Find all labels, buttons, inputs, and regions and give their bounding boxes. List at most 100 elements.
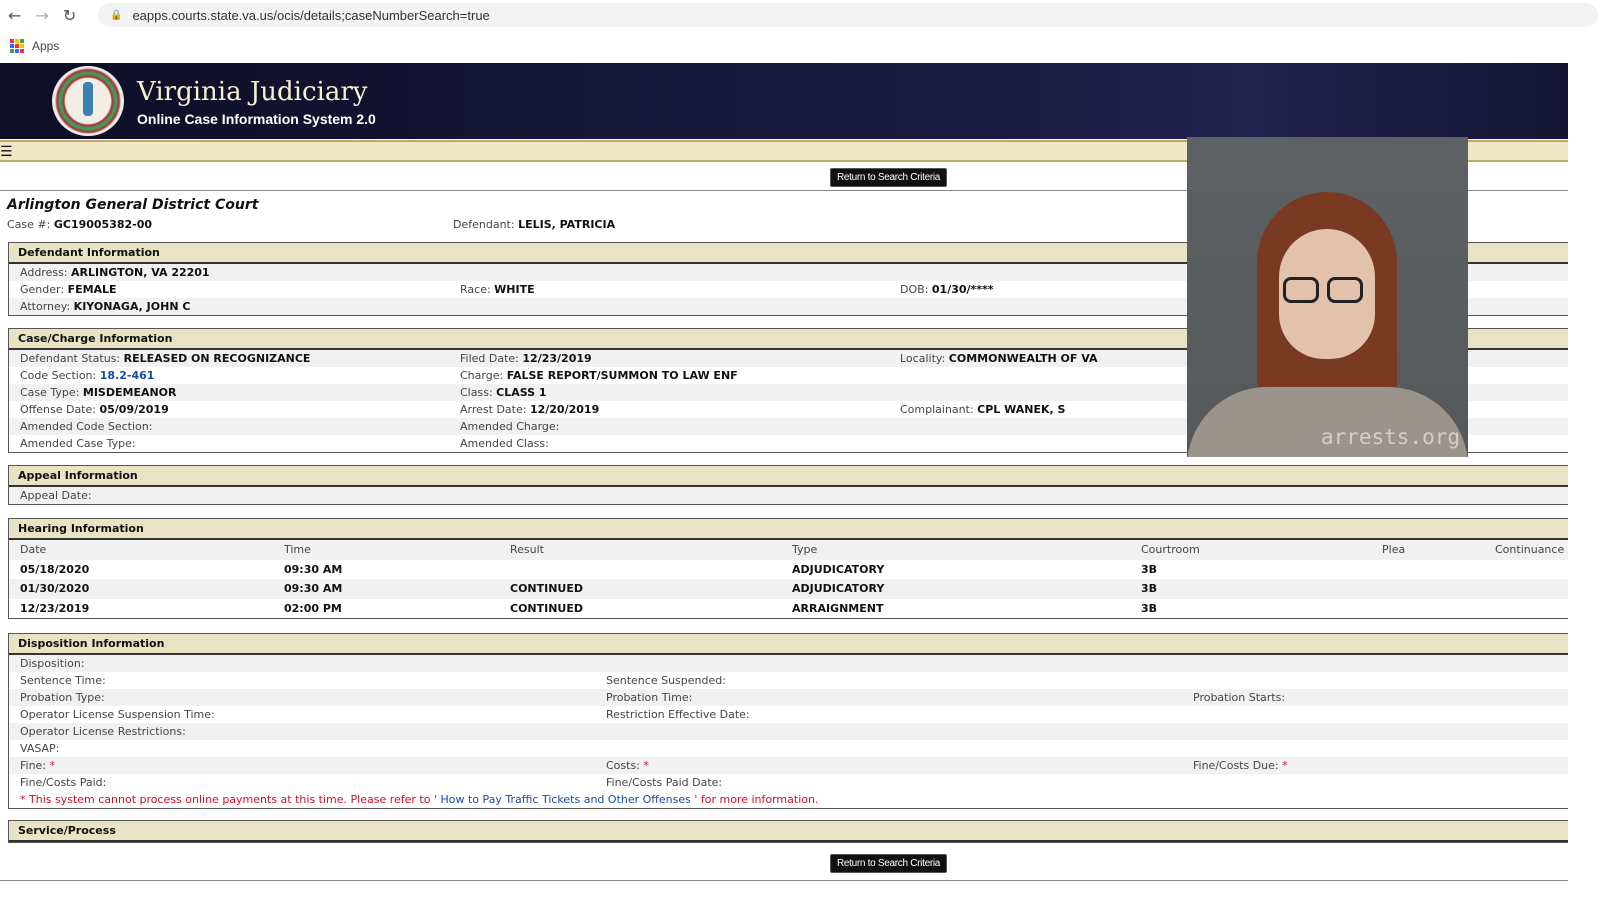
lock-icon: 🔒 — [110, 9, 123, 21]
field: Attorney: KIYONAGA, JOHN C — [20, 300, 191, 313]
field: Class: CLASS 1 — [460, 386, 547, 399]
hearing-header-row: Date Time Result Type Courtroom Plea Continuan… — [9, 540, 1568, 560]
field: Operator License Restrictions: — [20, 725, 186, 738]
field: Restriction Effective Date: — [606, 708, 750, 721]
field: Gender: FEMALE — [20, 283, 117, 296]
hearing-cell: 09:30 AM — [284, 562, 343, 576]
virginia-seal-logo — [52, 66, 124, 136]
field: Address: ARLINGTON, VA 22201 — [20, 266, 210, 279]
hearing-cell: ADJUDICATORY — [792, 582, 885, 595]
field: Arrest Date: 12/20/2019 — [460, 403, 600, 416]
hearing-cell: Result — [510, 543, 544, 556]
field: Offense Date: 05/09/2019 — [20, 403, 169, 416]
field-row: Operator License Suspension Time: Restri… — [9, 706, 1568, 723]
mugshot-photo: arrests.org — [1187, 137, 1468, 457]
field: Fine/Costs Paid: — [20, 776, 107, 789]
return-to-search-button-bottom[interactable]: Return to Search Criteria — [830, 854, 947, 873]
site-subtitle: Online Case Information System 2.0 — [137, 111, 376, 127]
field: Amended Code Section: — [20, 420, 153, 433]
appeal-information-panel: Appeal Information Appeal Date: — [8, 465, 1568, 505]
field: Fine/Costs Due: * — [1193, 759, 1288, 772]
site-header: Virginia Judiciary Online Case Informati… — [0, 63, 1568, 139]
section-header: Appeal Information — [9, 466, 1568, 487]
hearing-cell: 3B — [1141, 582, 1158, 595]
field: Operator License Suspension Time: — [20, 708, 215, 721]
hearing-row: 12/23/2019 02:00 PM CONTINUED ARRAIGNMENT 3B — [9, 599, 1568, 619]
field-row: Operator License Restrictions: — [9, 723, 1568, 740]
hearing-row: 01/30/2020 09:30 AM CONTINUED ADJUDICATORY 3… — [9, 579, 1568, 599]
hearing-cell: ARRAIGNMENT — [792, 601, 884, 615]
field: VASAP: — [20, 742, 60, 755]
hearing-cell: 01/30/2020 — [20, 582, 90, 595]
hamburger-menu-icon[interactable]: ☰ — [0, 145, 13, 159]
field: Probation Time: — [606, 691, 693, 704]
section-header: Hearing Information — [9, 519, 1568, 540]
field: Amended Class: — [460, 437, 549, 450]
return-to-search-button-top[interactable]: Return to Search Criteria — [830, 168, 947, 187]
field-row: Fine: * Costs: * Fine/Costs Due: * — [9, 757, 1568, 774]
forward-icon[interactable]: → — [35, 6, 48, 25]
section-header: Disposition Information — [9, 634, 1568, 655]
field-row: VASAP: — [9, 740, 1568, 757]
how-to-pay-link[interactable]: How to Pay Traffic Tickets and Other Off… — [437, 793, 694, 806]
defendant-name: Defendant: LELIS, PATRICIA — [453, 218, 616, 231]
hearing-cell: 02:00 PM — [284, 601, 342, 615]
code-section-link[interactable]: 18.2-461 — [100, 369, 155, 382]
field: Costs: * — [606, 759, 649, 772]
hearing-row: 05/18/2020 09:30 AM ADJUDICATORY 3B — [9, 560, 1568, 580]
bookmarks-bar: Apps — [0, 30, 1600, 62]
site-title: Virginia Judiciary — [137, 77, 368, 107]
field: Code Section: 18.2-461 — [20, 369, 155, 382]
divider — [0, 880, 1568, 881]
hearing-cell: 12/23/2019 — [20, 601, 90, 615]
field: Amended Case Type: — [20, 437, 136, 450]
field: Probation Starts: — [1193, 691, 1286, 704]
hearing-cell: Time — [284, 543, 311, 556]
field: Fine/Costs Paid Date: — [606, 776, 723, 789]
address-bar[interactable]: 🔒 eapps.courts.state.va.us/ocis/details;c… — [98, 3, 1598, 27]
apps-grid-icon[interactable] — [10, 39, 24, 53]
field: Probation Type: — [20, 691, 105, 704]
field: DOB: 01/30/**** — [900, 283, 994, 296]
hearing-cell: 3B — [1141, 601, 1158, 615]
field-row: Appeal Date: — [9, 487, 1568, 504]
apps-bookmark[interactable]: Apps — [32, 39, 59, 53]
field: Amended Charge: — [460, 420, 560, 433]
hearing-cell: Plea — [1382, 543, 1406, 556]
hearing-cell: Continuance — [1495, 543, 1565, 556]
field: Appeal Date: — [20, 489, 92, 502]
field: Defendant Status: RELEASED ON RECOGNIZAN… — [20, 352, 311, 365]
hearing-cell: Date — [20, 543, 47, 556]
hearing-information-panel: Hearing Information Date Time Result Type Cou… — [8, 518, 1568, 619]
field: Locality: COMMONWEALTH OF VA — [900, 352, 1098, 365]
field: Case Type: MISDEMEANOR — [20, 386, 177, 399]
field: Complainant: CPL WANEK, S — [900, 403, 1066, 416]
field-row: Fine/Costs Paid: Fine/Costs Paid Date: — [9, 774, 1568, 791]
disposition-information-panel: Disposition Information Disposition: Sent… — [8, 633, 1568, 809]
reload-icon[interactable]: ↻ — [63, 6, 76, 25]
field-row: Disposition: — [9, 655, 1568, 672]
payment-note: * This system cannot process online paym… — [9, 791, 1568, 808]
back-icon[interactable]: ← — [8, 6, 21, 25]
field-row: Sentence Time: Sentence Suspended: — [9, 672, 1568, 689]
hearing-cell: CONTINUED — [510, 582, 584, 595]
hearing-cell: CONTINUED — [510, 601, 584, 615]
hearing-cell: 3B — [1141, 562, 1158, 576]
field: Disposition: — [20, 657, 85, 670]
section-header: Service/Process — [9, 821, 1568, 842]
service-process-panel: Service/Process — [8, 820, 1568, 843]
field: Fine: * — [20, 759, 56, 772]
url-text: eapps.courts.state.va.us/ocis/details;ca… — [132, 7, 490, 23]
field-row: Probation Type: Probation Time: Probatio… — [9, 689, 1568, 706]
court-name: Arlington General District Court — [7, 197, 259, 213]
field: Filed Date: 12/23/2019 — [460, 352, 592, 365]
field: Sentence Time: — [20, 674, 106, 687]
field: Sentence Suspended: — [606, 674, 726, 687]
hearing-cell: ADJUDICATORY — [792, 562, 885, 576]
field: Race: WHITE — [460, 283, 535, 296]
case-number: Case #: GC19005382-00 — [7, 218, 153, 231]
hearing-cell: Courtroom — [1141, 543, 1200, 556]
hearing-cell: 09:30 AM — [284, 582, 343, 595]
watermark: arrests.org — [1320, 425, 1460, 449]
field: Charge: FALSE REPORT/SUMMON TO LAW ENF — [460, 369, 738, 382]
